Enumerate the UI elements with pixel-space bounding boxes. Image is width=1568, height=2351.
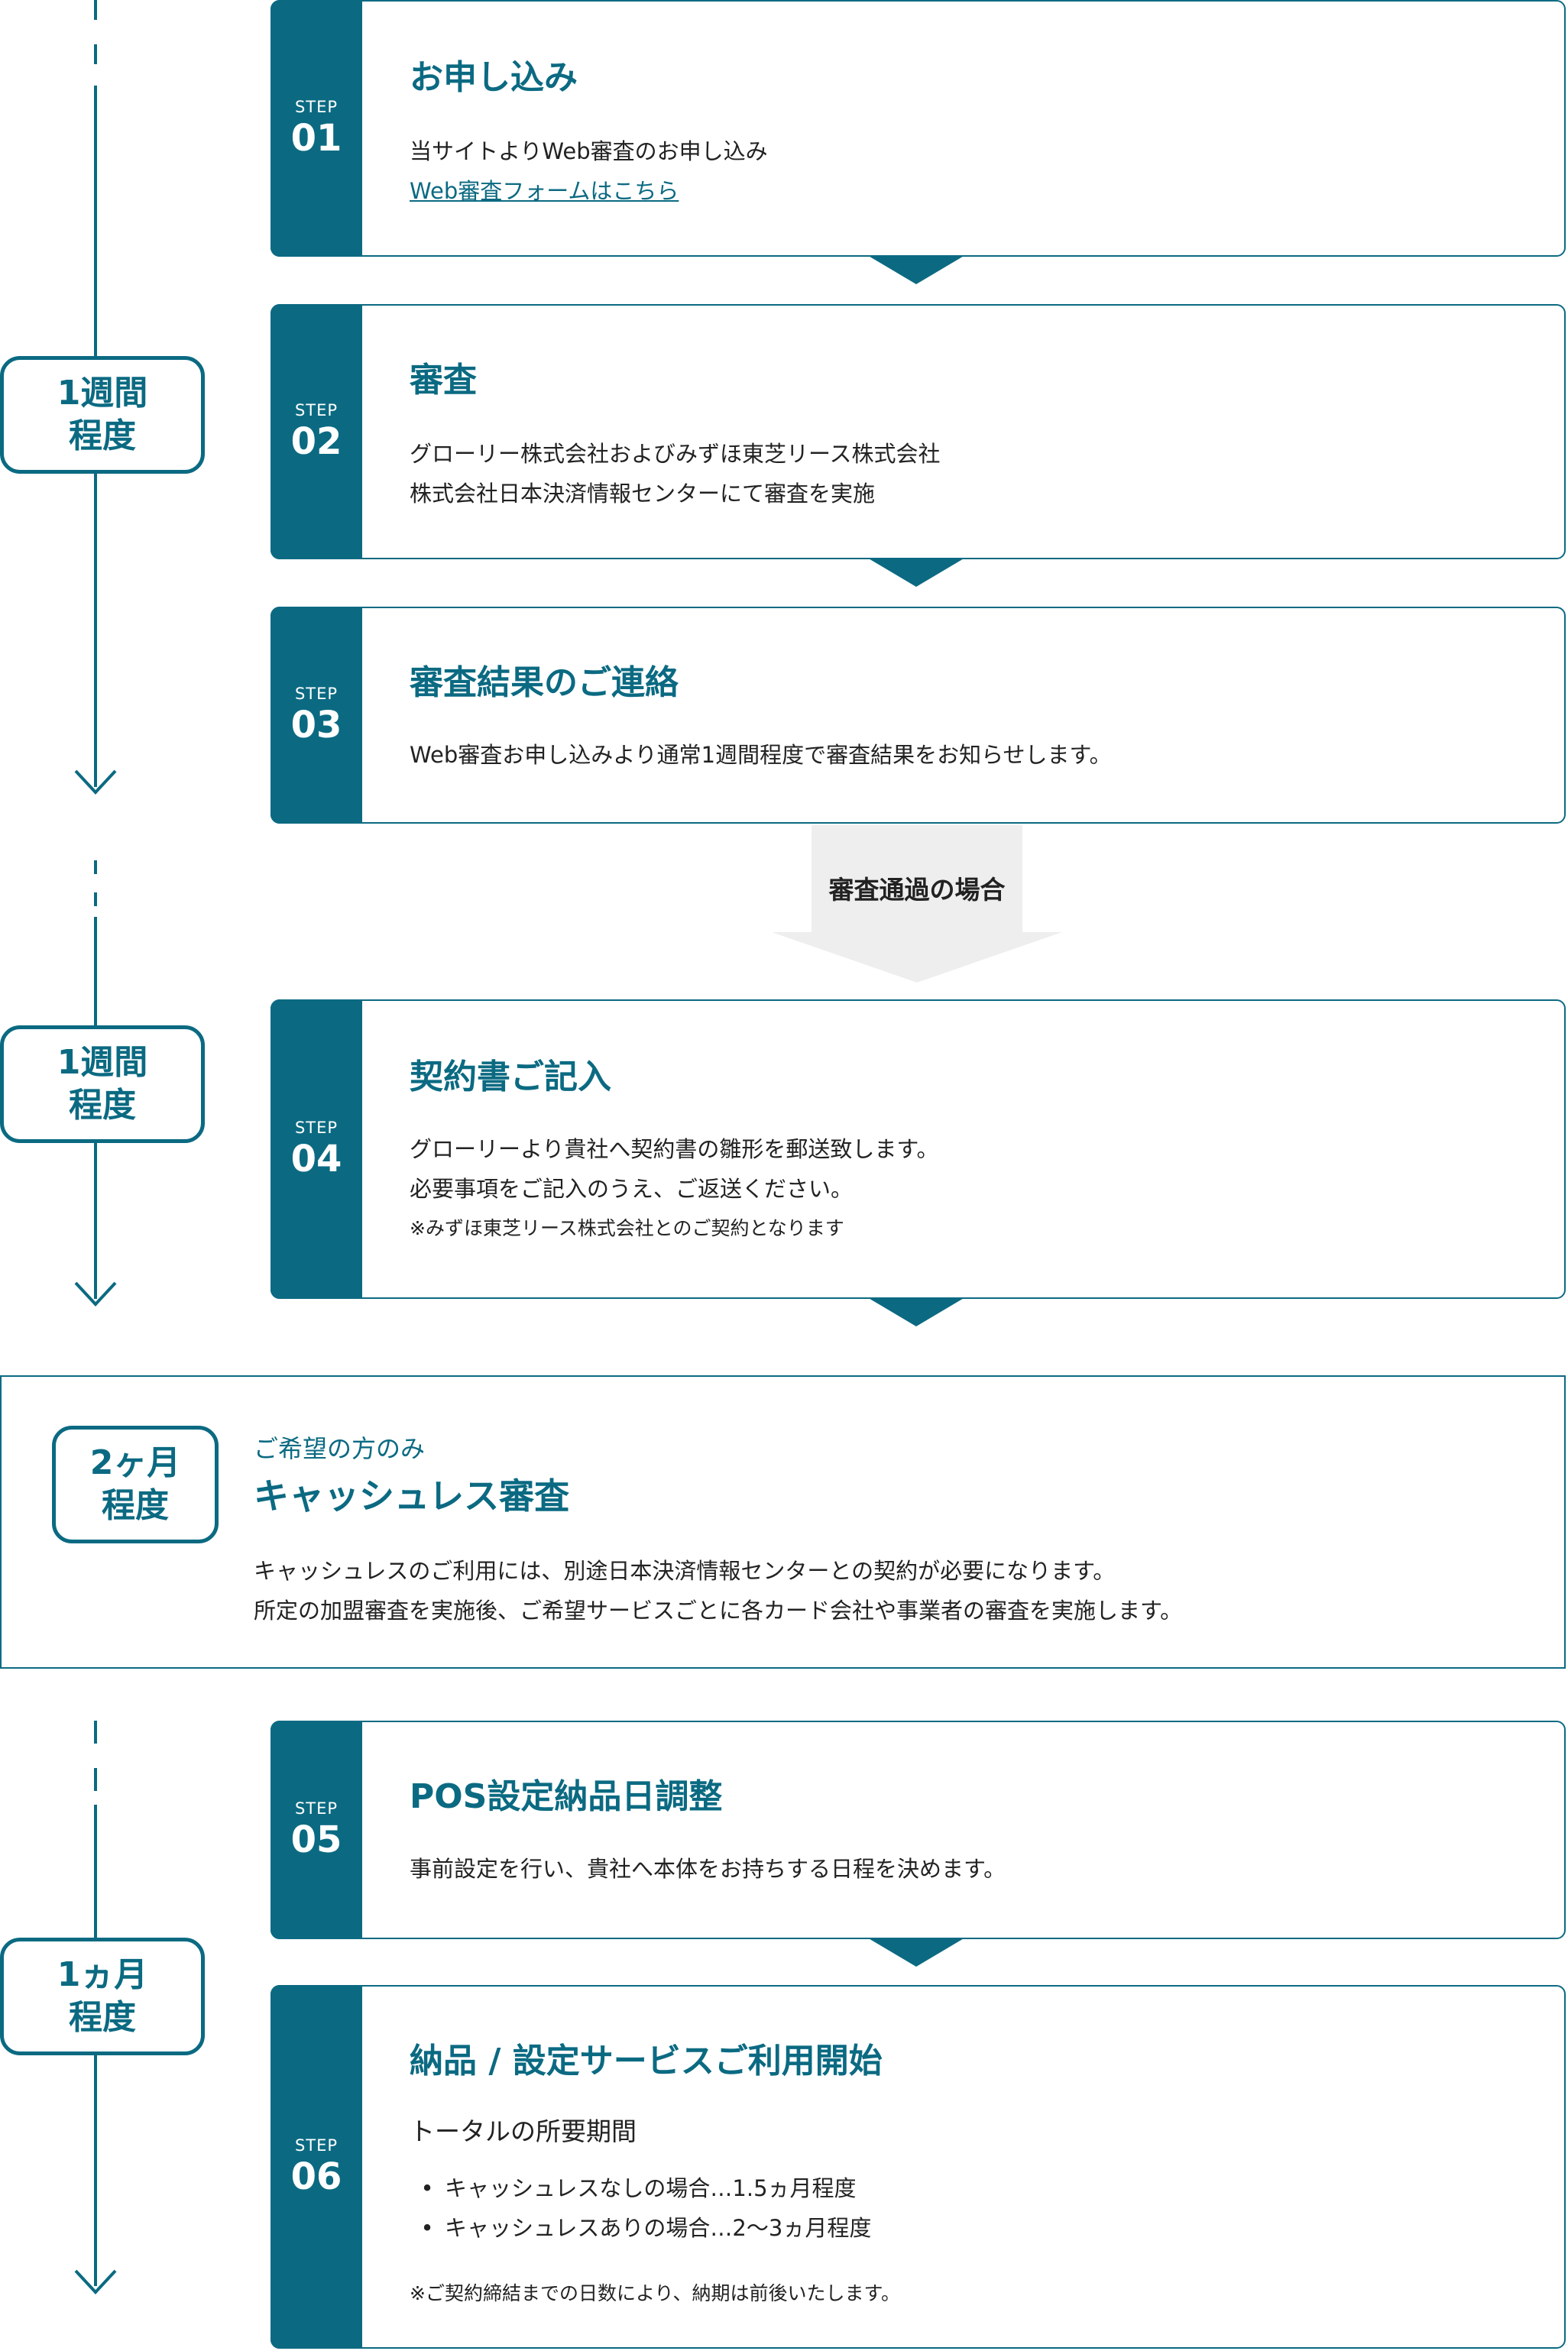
period-badge: 2ヶ月 程度 [52,1426,219,1543]
list-item: キャッシュレスなしの場合…1.5ヵ月程度 [410,2168,871,2208]
period-badge: 1ヵ月 程度 [0,1938,205,2055]
step-description-line: 必要事項をご記入のうえ、ご返送ください。 [410,1176,854,1202]
step-description-line: 事前設定を行い、貴社へ本体をお持ちする日程を決めます。 [410,1856,1006,1882]
step-number: 01 [290,117,342,160]
step-tab: STEP 02 [271,304,362,559]
step-number: 05 [290,1818,342,1861]
step-description-line: グローリーより貴社へ契約書の雛形を郵送致します。 [410,1136,939,1162]
web-review-form-link[interactable]: Web審査フォームはこちら [410,178,679,204]
step-number: 06 [290,2155,342,2198]
timeline-dash [94,1768,97,1791]
step-label: STEP [294,685,339,703]
step-connector-icon [867,255,965,284]
step-card-03: STEP 03 審査結果のご連絡 Web審査お申し込みより通常1週間程度で審査結… [271,607,1566,824]
total-duration-heading: トータルの所要期間 [410,2116,637,2146]
step-description-line: 株式会社日本決済情報センターにて審査を実施 [410,481,876,507]
period-badge: 1週間 程度 [0,356,205,474]
step-number: 02 [290,420,342,463]
step-card-01: STEP 01 お申し込み 当サイトよりWeb審査のお申し込み Web審査フォー… [271,0,1566,257]
cashless-title: キャッシュレス審査 [254,1475,570,1517]
timeline-dash [94,0,97,20]
timeline-dash [94,892,97,906]
step-label: STEP [294,2136,339,2155]
step-card-05: STEP 05 POS設定納品日調整 事前設定を行い、貴社へ本体をお持ちする日程… [271,1721,1566,1939]
step-tab: STEP 04 [271,999,362,1299]
step-description-line: グローリー株式会社およびみずほ東芝リース株式会社 [410,441,941,467]
step-tab: STEP 01 [271,0,362,257]
step-tab: STEP 03 [271,607,362,824]
list-item: キャッシュレスありの場合…2〜3ヵ月程度 [410,2208,871,2248]
step-title: 納品 / 設定サービスご利用開始 [410,2042,883,2081]
cashless-description: キャッシュレスのご利用には、別途日本決済情報センターとの契約が必要になります。 … [254,1551,1182,1630]
step-note: ※ご契約締結までの日数により、納期は前後いたします。 [410,2282,900,2304]
step-connector-icon [867,1297,965,1326]
step-title: 契約書ご記入 [410,1057,611,1096]
step-tab: STEP 05 [271,1721,362,1939]
timeline-dash [94,1721,97,1744]
step-description: 事前設定を行い、貴社へ本体をお持ちする日程を決めます。 [410,1849,1006,1889]
step-description: グローリーより貴社へ契約書の雛形を郵送致します。 必要事項をご記入のうえ、ご返送… [410,1129,939,1248]
step-title: 審査結果のご連絡 [410,663,679,702]
timeline-arrow-icon [74,2269,117,2294]
step-title: POS設定納品日調整 [410,1777,723,1816]
step-description-line: Web審査お申し込みより通常1週間程度で審査結果をお知らせします。 [410,742,1112,768]
step-label: STEP [294,401,339,419]
cashless-review-box: 2ヶ月 程度 ご希望の方のみ キャッシュレス審査 キャッシュレスのご利用には、別… [0,1375,1566,1669]
step-card-06: STEP 06 納品 / 設定サービスご利用開始 トータルの所要期間 キャッシュ… [271,1985,1566,2349]
cashless-description-line: キャッシュレスのご利用には、別途日本決済情報センターとの契約が必要になります。 [254,1558,1116,1584]
step-label: STEP [294,1799,339,1818]
review-passed-label: 審査通過の場合 [828,875,1006,905]
step-card-02: STEP 02 審査 グローリー株式会社およびみずほ東芝リース株式会社 株式会社… [271,304,1566,559]
step-description: 当サイトよりWeb審査のお申し込み Web審査フォームはこちら [410,131,768,211]
step-title: 審査 [410,361,477,400]
period-badge: 1週間 程度 [0,1025,205,1143]
step-description: グローリー株式会社およびみずほ東芝リース株式会社 株式会社日本決済情報センターに… [410,434,941,513]
step-tab: STEP 06 [271,1985,362,2349]
step-description-line: 当サイトよりWeb審査のお申し込み [410,138,768,164]
step-connector-icon [867,1938,965,1967]
step-number: 04 [290,1138,342,1180]
step-card-04: STEP 04 契約書ご記入 グローリーより貴社へ契約書の雛形を郵送致します。 … [271,999,1566,1299]
step-description: Web審査お申し込みより通常1週間程度で審査結果をお知らせします。 [410,735,1112,775]
timeline-dash [94,860,97,874]
step-label: STEP [294,98,339,116]
step-title: お申し込み [410,58,578,97]
step-number: 03 [290,704,342,746]
timeline-arrow-icon [74,1281,117,1307]
timeline-dash [94,44,97,64]
step-connector-icon [867,558,965,587]
cashless-subtitle: ご希望の方のみ [254,1434,426,1463]
step-label: STEP [294,1119,339,1137]
cashless-description-line: 所定の加盟審査を実施後、ご希望サービスごとに各カード会社や事業者の審査を実施しま… [254,1598,1183,1624]
timeline-arrow-icon [74,769,117,795]
duration-list: キャッシュレスなしの場合…1.5ヵ月程度 キャッシュレスありの場合…2〜3ヵ月程… [410,2168,871,2248]
step-note: ※みずほ東芝リース株式会社とのご契約となります [410,1217,844,1239]
